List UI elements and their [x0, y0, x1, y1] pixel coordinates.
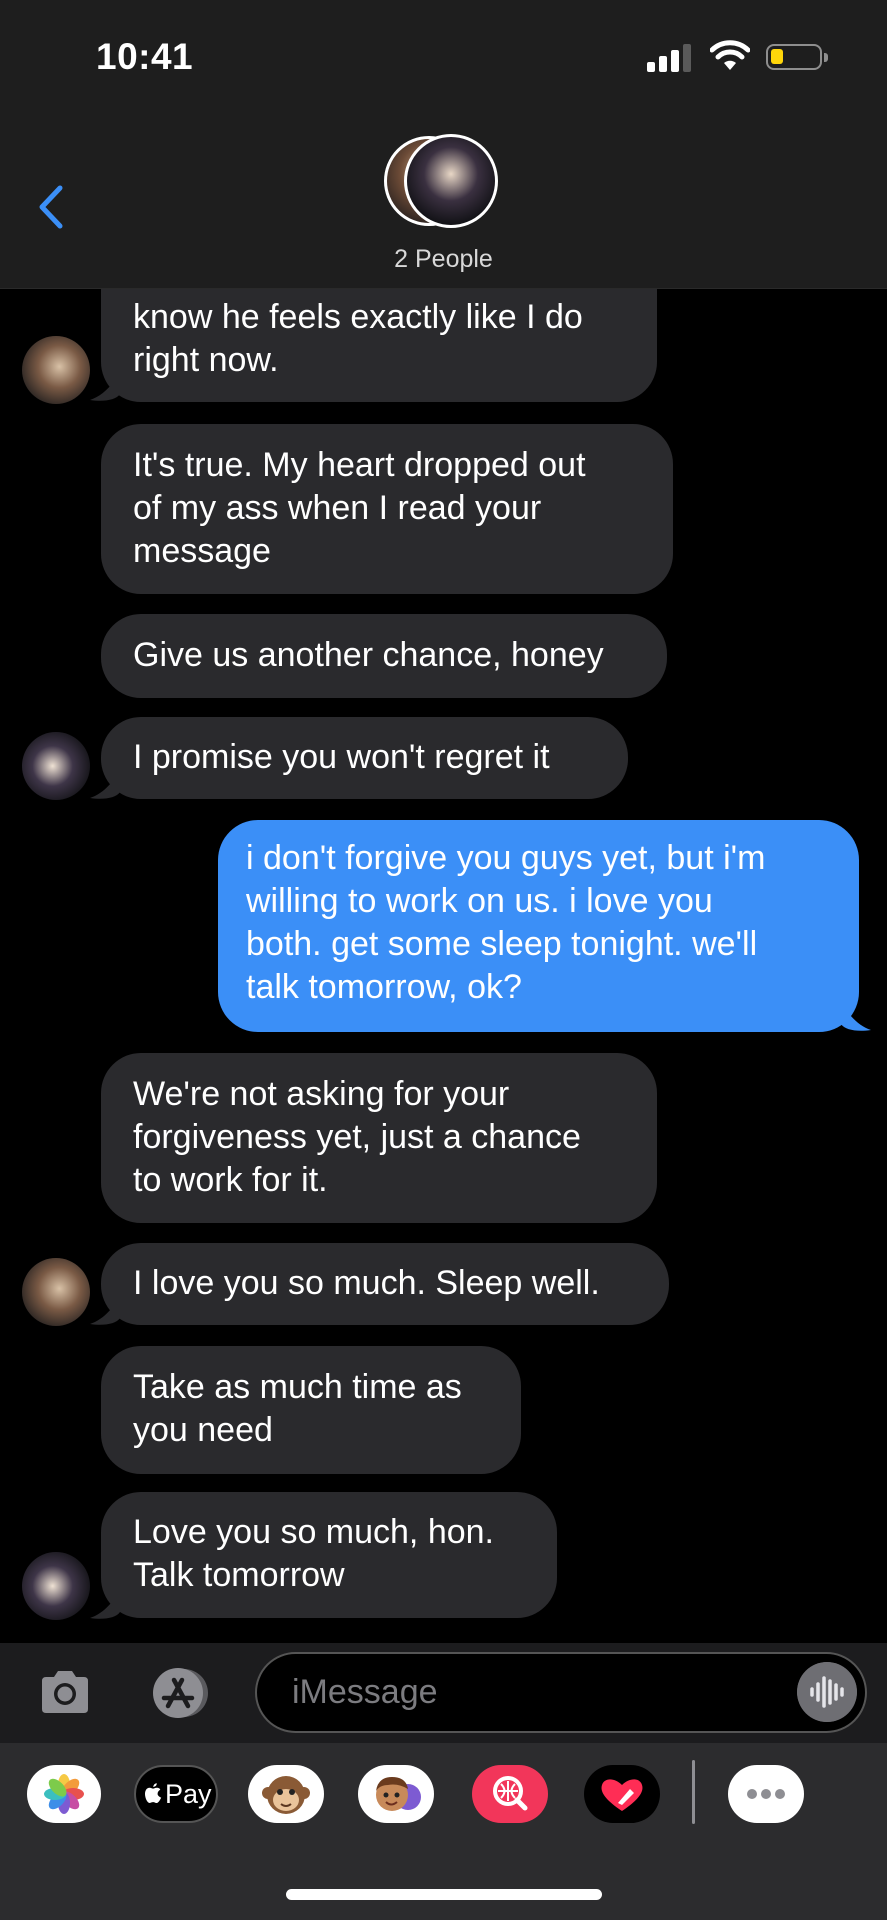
- battery-icon: [766, 44, 828, 70]
- apple-pay-label: Pay: [165, 1779, 212, 1809]
- digital-touch-app-icon[interactable]: [584, 1765, 660, 1823]
- camera-icon[interactable]: [38, 1667, 92, 1717]
- photos-app-icon[interactable]: [27, 1765, 101, 1823]
- audio-message-icon[interactable]: [797, 1662, 857, 1722]
- status-time: 10:41: [96, 36, 194, 77]
- message-bubble-received[interactable]: I love you so much. Sleep well.: [101, 1243, 669, 1325]
- memoji-app-icon[interactable]: [358, 1765, 434, 1823]
- bubble-tail: [841, 1002, 871, 1031]
- apple-pay-app-icon[interactable]: Pay: [134, 1765, 218, 1823]
- bubble-tail: [90, 372, 120, 401]
- animoji-app-icon[interactable]: [248, 1765, 324, 1823]
- cellular-signal-icon: [647, 44, 691, 72]
- imessage-input[interactable]: [255, 1652, 867, 1733]
- message-bubble-sent[interactable]: i don't forgive you guys yet, but i'm wi…: [218, 820, 859, 1032]
- bubble-tail: [90, 770, 120, 799]
- home-indicator[interactable]: [286, 1889, 602, 1900]
- group-people-count[interactable]: 2 People: [0, 245, 887, 274]
- bubble-tail: [90, 1296, 120, 1325]
- sender-avatar[interactable]: [22, 1258, 90, 1326]
- sender-avatar[interactable]: [22, 732, 90, 800]
- more-icon: [747, 1789, 785, 1799]
- participant-avatar-2: [404, 134, 498, 228]
- bubble-tail: [90, 1590, 120, 1619]
- sender-avatar[interactable]: [22, 336, 90, 404]
- message-bubble-received[interactable]: We're not asking for your forgiveness ye…: [101, 1053, 657, 1223]
- more-apps-button[interactable]: [728, 1765, 804, 1823]
- image-search-app-icon[interactable]: [472, 1765, 548, 1823]
- conversation-header: 10:41 2 People: [0, 0, 887, 289]
- sender-avatar[interactable]: [22, 1552, 90, 1620]
- message-bubble-received[interactable]: Take as much time as you need: [101, 1346, 521, 1474]
- message-bubble-received[interactable]: Love you so much, hon. Talk tomorrow: [101, 1492, 557, 1618]
- message-bubble-received[interactable]: It's true. My heart dropped out of my as…: [101, 424, 673, 594]
- wifi-icon: [710, 40, 750, 70]
- back-chevron-icon[interactable]: [34, 182, 70, 232]
- group-avatar[interactable]: [384, 134, 504, 232]
- message-bubble-received[interactable]: Give us another chance, honey: [101, 614, 667, 698]
- apple-logo-icon: [145, 1783, 162, 1803]
- app-store-icon[interactable]: [144, 1666, 216, 1720]
- drawer-divider: [692, 1760, 695, 1824]
- message-bubble-received[interactable]: I promise you won't regret it: [101, 717, 628, 799]
